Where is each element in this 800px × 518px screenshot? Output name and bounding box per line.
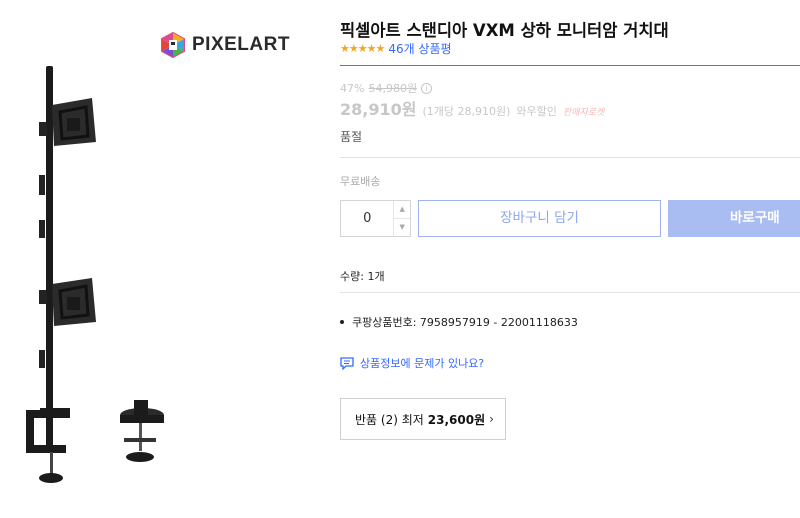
original-price: 54,980원: [368, 82, 418, 95]
return-offer-label: 반품 (2) 최저: [355, 412, 424, 427]
stock-status: 품절: [340, 130, 363, 144]
return-offer-button[interactable]: 반품 (2) 최저 23,600원 ›: [340, 398, 506, 440]
report-issue-label: 상품정보에 문제가 있나요?: [360, 357, 485, 370]
brand-name: PIXELART: [192, 34, 290, 55]
product-gallery: PIXELART: [0, 0, 320, 518]
product-info-panel: 픽셀아트 스탠디아 VXM 상하 모니터암 거치대 ★★★★★ 46개 상품평 …: [340, 0, 800, 518]
rocket-badge: 판매자로켓: [562, 108, 605, 118]
product-code: 쿠팡상품번호: 7958957919 - 22001118633: [352, 316, 578, 329]
info-icon[interactable]: i: [421, 82, 433, 94]
report-issue-link[interactable]: 상품정보에 문제가 있나요?: [340, 355, 484, 371]
chevron-right-icon: ›: [489, 412, 494, 426]
shipping-label: 무료배송: [340, 175, 381, 188]
review-count-link[interactable]: 46개 상품평: [388, 40, 451, 57]
sale-price: 28,910원: [340, 100, 417, 119]
divider: [340, 157, 800, 158]
divider: [340, 292, 800, 293]
rating-row[interactable]: ★★★★★ 46개 상품평: [340, 40, 452, 57]
bullet-icon: [340, 320, 344, 324]
product-code-item: 쿠팡상품번호: 7958957919 - 22001118633: [340, 314, 578, 330]
add-to-cart-button[interactable]: 장바구니 담기: [418, 200, 661, 237]
product-image[interactable]: [22, 60, 192, 490]
return-offer-price: 23,600원: [427, 412, 486, 427]
brand-logo: PIXELART: [160, 32, 290, 58]
buy-now-button[interactable]: 바로구매: [668, 200, 800, 237]
discount-rate: 47%: [340, 81, 365, 95]
quantity-input[interactable]: 0: [341, 201, 393, 236]
quantity-buttons: ▲ ▼: [393, 201, 410, 236]
unit-price: (1개당 28,910원): [422, 105, 511, 118]
quantity-down-icon[interactable]: ▼: [394, 218, 410, 236]
quantity-stepper[interactable]: 0 ▲ ▼: [340, 200, 411, 237]
product-title: 픽셀아트 스탠디아 VXM 상하 모니터암 거치대: [340, 21, 669, 40]
quantity-text: 수량: 1개: [340, 270, 385, 283]
discount-row: 47% 54,980원 i: [340, 80, 433, 96]
pixelart-logo-icon: [161, 32, 185, 58]
price-row: 28,910원 (1개당 28,910원) 와우할인 판매자로켓: [340, 96, 604, 120]
star-rating-icon: ★★★★★: [340, 42, 385, 55]
divider: [340, 65, 800, 66]
quantity-up-icon[interactable]: ▲: [394, 201, 410, 218]
wow-discount-label: 와우할인: [516, 105, 557, 118]
speech-bubble-icon: [340, 356, 354, 370]
